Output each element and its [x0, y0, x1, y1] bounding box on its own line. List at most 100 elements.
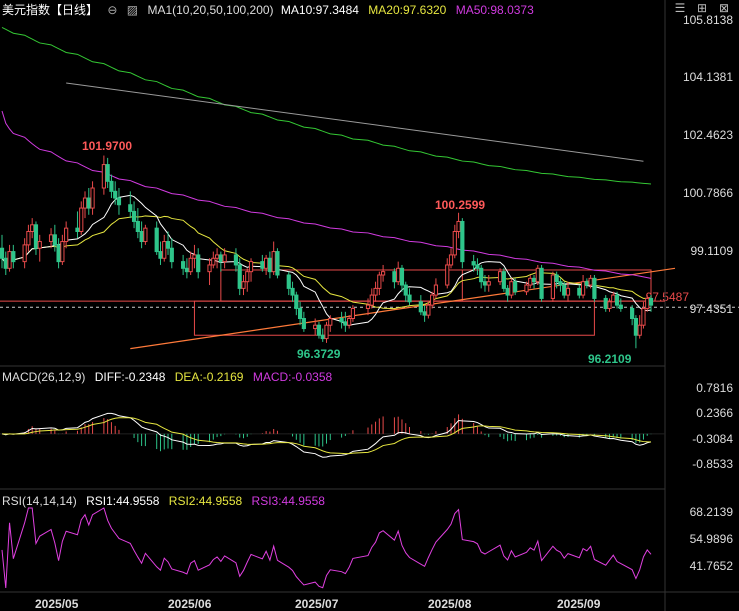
candle-body [267, 257, 273, 273]
candle-body [448, 254, 454, 266]
candle-body [339, 318, 344, 323]
candle-body [52, 234, 57, 246]
candle-body [347, 318, 352, 326]
candle-body [316, 324, 322, 336]
candle-body [460, 220, 465, 263]
candle-body [135, 220, 140, 232]
ma200-line [66, 82, 644, 162]
candle-body [181, 261, 186, 269]
candle-body [26, 231, 31, 246]
candle-body [577, 287, 582, 296]
candle-body [580, 281, 586, 296]
candle-body [535, 267, 540, 283]
candle-body [350, 307, 356, 320]
candle-body [430, 294, 435, 306]
candle-body [607, 301, 612, 309]
candle-body [603, 297, 608, 309]
candle-body [373, 287, 378, 296]
candle-body [207, 264, 212, 273]
candle-body [3, 257, 8, 269]
candle-body [37, 241, 42, 249]
candle-body [169, 247, 174, 263]
candle-body [260, 261, 265, 269]
candle-body [131, 210, 137, 222]
candle-body [86, 197, 91, 209]
candle-body [116, 197, 122, 206]
candle-body [497, 271, 503, 283]
candle-body [637, 324, 642, 336]
candle-body [471, 261, 476, 266]
candle-body [241, 281, 246, 289]
candle-body [196, 254, 201, 273]
candle-body [233, 254, 239, 266]
candle-body [222, 254, 227, 263]
candle-body [550, 274, 555, 299]
candle-body [165, 241, 171, 249]
candle-body [648, 297, 654, 306]
candle-body [452, 231, 457, 256]
candle-body [79, 207, 84, 232]
candle-body [214, 254, 220, 259]
candle-body [618, 304, 623, 309]
candle-body [294, 294, 299, 309]
candle-body [588, 277, 593, 286]
candle-body [113, 190, 118, 199]
candle-body [188, 257, 193, 273]
candle-body [482, 281, 488, 286]
candle-body [475, 264, 480, 269]
candle-body [297, 307, 303, 320]
candle-body [399, 267, 405, 286]
candle-body [264, 257, 269, 269]
candle-body [445, 264, 450, 286]
candle-body [328, 318, 333, 326]
candle-body [324, 324, 329, 340]
candle-body [75, 227, 80, 232]
candle-body [558, 281, 563, 286]
candle-body [101, 164, 106, 189]
candle-body [407, 294, 412, 303]
candle-body [162, 241, 167, 259]
candle-body [505, 287, 510, 296]
candle-body [614, 294, 620, 306]
candle-body [82, 197, 88, 209]
candle-body [320, 334, 325, 340]
candle-body [7, 251, 12, 269]
candle-body [531, 277, 537, 283]
candle-body [513, 281, 518, 293]
candle-body [248, 261, 254, 273]
chart-canvas[interactable] [0, 0, 739, 611]
candle-body [48, 234, 54, 243]
candle-body [418, 301, 423, 313]
candle-body [90, 187, 95, 209]
candle-body [286, 274, 291, 289]
candle-body [501, 271, 506, 289]
candle-body [56, 244, 61, 263]
candle-body [33, 224, 39, 249]
ma100-line [1, 26, 652, 185]
candle-body [60, 241, 65, 263]
candle-body [301, 318, 306, 330]
candle-body [645, 297, 650, 309]
candle-body [554, 274, 559, 283]
candle-body [128, 204, 133, 212]
candle-body [211, 257, 216, 266]
candle-body [479, 267, 484, 283]
candle-body [592, 277, 597, 299]
candle-body [365, 304, 371, 309]
candle-body [143, 227, 148, 243]
candle-body [139, 231, 144, 243]
candle-body [611, 294, 616, 303]
candle-body [290, 287, 295, 296]
candle-body [271, 251, 276, 273]
candle-body [392, 271, 397, 283]
candle-body [456, 220, 461, 232]
candle-body [109, 180, 114, 192]
candle-body [184, 267, 189, 273]
candle-body [565, 287, 571, 296]
candle-body [528, 277, 533, 286]
candle-body [433, 284, 439, 296]
candle-body [641, 307, 646, 326]
candle-body [192, 254, 197, 259]
candle-body [422, 311, 427, 316]
candle-body [0, 247, 5, 259]
